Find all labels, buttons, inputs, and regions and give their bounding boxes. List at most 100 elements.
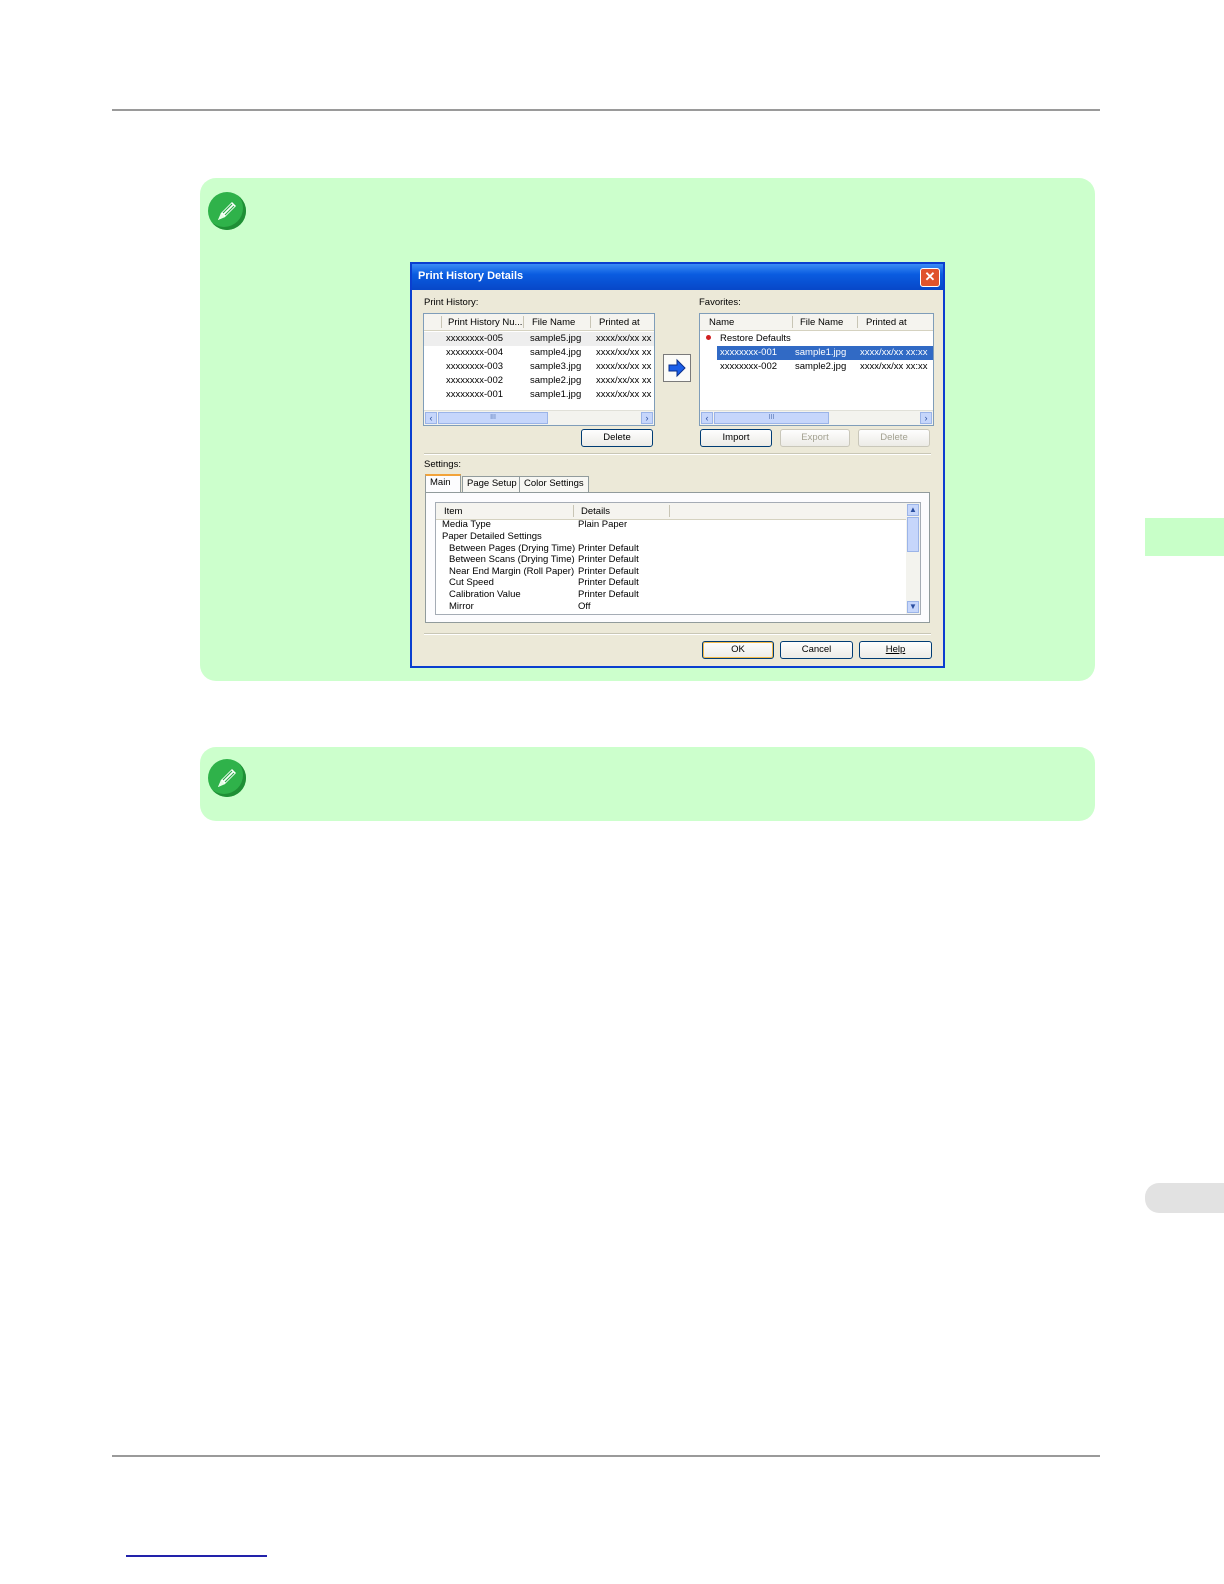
- tab-main[interactable]: Main: [425, 474, 461, 492]
- cell: sample2.jpg: [530, 375, 582, 386]
- column-header[interactable]: Name: [709, 317, 734, 328]
- cell: Printer Default: [578, 589, 639, 600]
- separator: [424, 633, 931, 635]
- cell: xxxxxxxx-002: [446, 375, 504, 386]
- cell: Restore Defaults: [720, 333, 791, 344]
- pencil-icon: [208, 192, 246, 230]
- print-history-list[interactable]: Print History Nu... File Name Printed at…: [423, 313, 655, 426]
- cell: xxxxxxxx-001: [720, 347, 778, 358]
- scroll-thumb[interactable]: III: [438, 412, 548, 424]
- cell: xxxx/xx/xx xx: [596, 347, 652, 358]
- footer-rule: [112, 1455, 1100, 1457]
- column-header[interactable]: Printed at: [599, 317, 640, 328]
- scroll-up-icon[interactable]: ▲: [907, 504, 919, 516]
- table-row[interactable]: xxxxxxxx-001 sample1.jpg xxxx/xx/xx xx:x…: [717, 346, 933, 360]
- print-history-label: Print History:: [424, 297, 479, 308]
- cell: Calibration Value: [449, 589, 521, 600]
- column-header[interactable]: Details: [581, 506, 610, 517]
- settings-panel: Item Details Media Type Plain Paper Pape…: [425, 492, 930, 623]
- cell: sample2.jpg: [795, 361, 847, 372]
- vertical-scrollbar[interactable]: ▲ ▼: [906, 503, 920, 614]
- scroll-thumb[interactable]: [907, 517, 919, 552]
- table-row: Between Scans (Drying Time) Printer Defa…: [436, 554, 920, 566]
- favorites-list[interactable]: Name File Name Printed at Restore Defaul…: [699, 313, 934, 426]
- scroll-down-icon[interactable]: ▼: [907, 601, 919, 613]
- settings-label: Settings:: [424, 459, 461, 470]
- scroll-left-icon[interactable]: ‹: [425, 412, 437, 424]
- cell: sample4.jpg: [530, 347, 582, 358]
- cell: xxxx/xx/xx xx: [596, 375, 652, 386]
- table-row: Mirror Off: [436, 601, 920, 613]
- column-header[interactable]: Printed at: [866, 317, 907, 328]
- right-arrow-icon: [668, 358, 686, 378]
- chapter-side-tab: [1145, 518, 1224, 556]
- cell: Media Type: [442, 519, 491, 530]
- footer-link[interactable]: [126, 1555, 267, 1557]
- restore-defaults-icon: [706, 335, 711, 340]
- export-button[interactable]: Export: [780, 429, 850, 447]
- scroll-right-icon[interactable]: ›: [920, 412, 932, 424]
- cell: Between Scans (Drying Time): [449, 554, 575, 565]
- cell: xxxxxxxx-002: [720, 361, 778, 372]
- cell: Printer Default: [578, 543, 639, 554]
- page-side-tab: [1145, 1183, 1224, 1213]
- close-button[interactable]: ✕: [920, 268, 940, 287]
- cell: Printer Default: [578, 577, 639, 588]
- cell: xxxx/xx/xx xx: [596, 389, 652, 400]
- cell: sample3.jpg: [530, 361, 582, 372]
- column-header[interactable]: File Name: [800, 317, 843, 328]
- tab-color-settings[interactable]: Color Settings: [519, 476, 589, 492]
- cell: Cut Speed: [449, 577, 494, 588]
- horizontal-scrollbar[interactable]: ‹ III ›: [424, 410, 654, 425]
- cell: xxxxxxxx-005: [446, 333, 504, 344]
- settings-tabs: Main Page Setup Color Settings: [425, 474, 725, 492]
- tab-page-setup[interactable]: Page Setup: [462, 476, 522, 492]
- table-row: Cut Speed Printer Default: [436, 577, 920, 589]
- cell: Off: [578, 601, 591, 612]
- column-header[interactable]: File Name: [532, 317, 575, 328]
- table-row: Calibration Value Printer Default: [436, 589, 920, 601]
- column-header[interactable]: Item: [444, 506, 462, 517]
- add-to-favorites-button[interactable]: [663, 354, 691, 382]
- table-row[interactable]: xxxxxxxx-002 sample2.jpg xxxx/xx/xx xx:x…: [700, 360, 933, 374]
- cell: xxxx/xx/xx xx: [596, 333, 652, 344]
- help-button[interactable]: Help: [859, 641, 932, 659]
- cell: sample5.jpg: [530, 333, 582, 344]
- settings-header: Item Details: [436, 503, 906, 520]
- table-row[interactable]: xxxxxxxx-001 sample1.jpg xxxx/xx/xx xx: [424, 388, 654, 402]
- print-history-details-dialog: Print History Details ✕ Print History: P…: [410, 262, 945, 668]
- table-row: Paper Detailed Settings: [436, 531, 920, 543]
- horizontal-scrollbar[interactable]: ‹ III ›: [700, 410, 933, 425]
- cell: xxxxxxxx-003: [446, 361, 504, 372]
- favorites-label: Favorites:: [699, 297, 741, 308]
- scroll-left-icon[interactable]: ‹: [701, 412, 713, 424]
- delete-history-button[interactable]: Delete: [581, 429, 653, 447]
- favorites-header: Name File Name Printed at: [700, 314, 933, 331]
- table-row[interactable]: xxxxxxxx-004 sample4.jpg xxxx/xx/xx xx: [424, 346, 654, 360]
- dialog-title: Print History Details: [418, 270, 524, 282]
- table-row[interactable]: xxxxxxxx-002 sample2.jpg xxxx/xx/xx xx: [424, 374, 654, 388]
- cell: sample1.jpg: [795, 347, 847, 358]
- cell: Mirror: [449, 601, 474, 612]
- table-row[interactable]: Restore Defaults: [700, 332, 933, 346]
- header-rule: [112, 109, 1100, 111]
- cell: Printer Default: [578, 566, 639, 577]
- cell: sample1.jpg: [530, 389, 582, 400]
- cell: xxxxxxxx-001: [446, 389, 504, 400]
- import-button[interactable]: Import: [700, 429, 772, 447]
- table-row[interactable]: xxxxxxxx-005 sample5.jpg xxxx/xx/xx xx: [424, 332, 654, 346]
- scroll-right-icon[interactable]: ›: [641, 412, 653, 424]
- cell: xxxx/xx/xx xx:xx: [860, 347, 928, 358]
- delete-favorite-button[interactable]: Delete: [858, 429, 930, 447]
- print-history-header: Print History Nu... File Name Printed at: [424, 314, 654, 331]
- settings-list[interactable]: Item Details Media Type Plain Paper Pape…: [435, 502, 921, 615]
- note-box-2: [200, 747, 1095, 821]
- cell: xxxxxxxx-004: [446, 347, 504, 358]
- ok-button[interactable]: OK: [702, 641, 774, 659]
- cancel-button[interactable]: Cancel: [780, 641, 853, 659]
- table-row[interactable]: xxxxxxxx-003 sample3.jpg xxxx/xx/xx xx: [424, 360, 654, 374]
- dialog-title-bar: Print History Details ✕: [412, 264, 943, 290]
- column-header[interactable]: Print History Nu...: [448, 317, 522, 328]
- cell: Plain Paper: [578, 519, 628, 530]
- scroll-thumb[interactable]: III: [714, 412, 829, 424]
